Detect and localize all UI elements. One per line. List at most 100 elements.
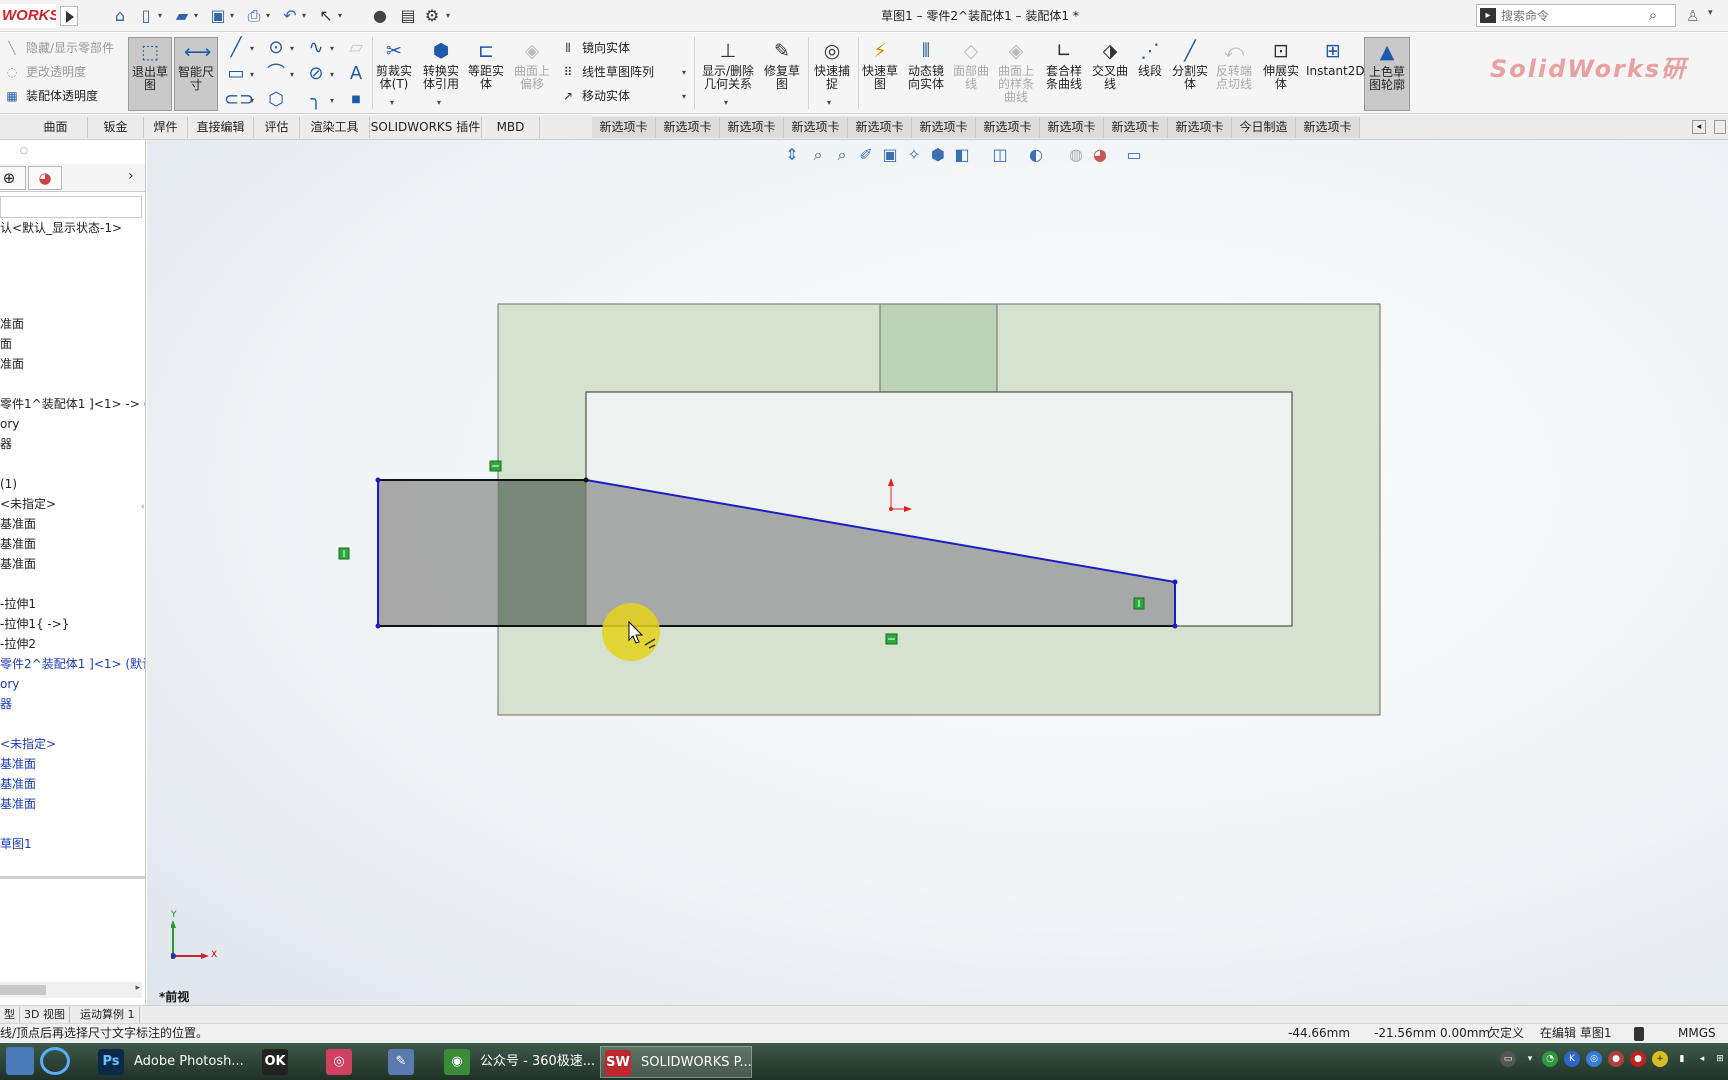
tree-tabs-expand-icon[interactable]: › bbox=[128, 168, 134, 184]
tray-app-k-icon[interactable]: K bbox=[1564, 1051, 1580, 1067]
unit-system-selector[interactable]: MMGS bbox=[1678, 1024, 1716, 1043]
tray-expand-icon[interactable]: ▾ bbox=[1522, 1051, 1538, 1067]
tree-item-history[interactable]: ory bbox=[0, 414, 19, 434]
mirror-entities-button[interactable]: ⫴ 镜向实体 bbox=[556, 37, 630, 59]
face-curves-button[interactable]: ◇ 面部曲 线 bbox=[950, 37, 992, 111]
fillet-tool-icon[interactable]: ╮ bbox=[304, 89, 328, 111]
plane-tool-icon[interactable]: ▱ bbox=[344, 37, 368, 59]
tab-new-11[interactable]: 新选项卡 bbox=[1296, 117, 1360, 138]
horizontal-relation-icon[interactable] bbox=[489, 460, 502, 472]
wechat-icon[interactable]: ◔ bbox=[1542, 1051, 1558, 1067]
tree-item-part2-plane-2[interactable]: 基准面 bbox=[0, 774, 36, 794]
sketch-point[interactable] bbox=[375, 623, 381, 629]
select-dropdown-icon[interactable]: ▾ bbox=[338, 8, 346, 24]
ime-icon[interactable]: ⊞ bbox=[1712, 1051, 1728, 1067]
smart-dimension-button[interactable]: ⟷ 智能尺 寸 bbox=[174, 37, 218, 111]
property-manager-tab-icon[interactable]: ⊕ bbox=[0, 166, 26, 190]
tree-item-part1[interactable]: 零件1^装配体1 ]<1> -> (默 bbox=[0, 394, 145, 414]
intersection-curve-button[interactable]: ⬗ 交叉曲 线 bbox=[1090, 37, 1130, 111]
dynamic-mirror-button[interactable]: ⫴ 动态镜 向实体 bbox=[904, 37, 948, 111]
taskbar-solidworks[interactable]: SW SOLIDWORKS P... bbox=[600, 1046, 752, 1078]
search-input[interactable] bbox=[1501, 7, 1631, 24]
open-dropdown-icon[interactable]: ▾ bbox=[194, 8, 202, 24]
tab-new-4[interactable]: 新选项卡 bbox=[784, 117, 848, 138]
collapse-panel-icon[interactable]: ◂ bbox=[1692, 120, 1706, 134]
rebuild-traffic-light-icon[interactable]: ● bbox=[370, 6, 390, 26]
sketch-point[interactable] bbox=[375, 477, 381, 483]
graphics-area[interactable]: ⇕ ⌕ ⌕ ✐ ▣ ✧ ⬢ ◧ ◫ ◐ ◍ ◕ ▭ Y X *前视 bbox=[147, 140, 1728, 1005]
vertical-relation-icon[interactable] bbox=[1133, 597, 1145, 610]
split-entities-button[interactable]: ╱ 分割实 体 bbox=[1170, 37, 1210, 111]
linear-sketch-pattern-button[interactable]: ⠿ 线性草图阵列 bbox=[556, 61, 654, 83]
ellipse-dropdown-icon[interactable]: ▾ bbox=[330, 69, 340, 81]
tree-item-part2-plane-3[interactable]: 基准面 bbox=[0, 794, 36, 814]
pattern-dropdown-icon[interactable]: ▾ bbox=[682, 67, 692, 79]
ellipse-tool-icon[interactable]: ⊘ bbox=[304, 63, 328, 85]
line-dropdown-icon[interactable]: ▾ bbox=[250, 43, 260, 55]
taskbar-app-3[interactable]: ✎ bbox=[384, 1046, 420, 1078]
undo-icon[interactable]: ↶ bbox=[280, 6, 300, 26]
tree-item-front-plane[interactable]: 准面 bbox=[0, 314, 24, 334]
volume-icon[interactable]: ◂ bbox=[1694, 1051, 1710, 1067]
tree-item-part2-plane-1[interactable]: 基准面 bbox=[0, 754, 36, 774]
tree-item-extrude2[interactable]: -拉伸2 bbox=[0, 634, 36, 654]
relations-dropdown-icon[interactable]: ▾ bbox=[724, 97, 734, 109]
tab-new-3[interactable]: 新选项卡 bbox=[720, 117, 784, 138]
assembly-transparency-button[interactable]: ▦ 装配体透明度 bbox=[0, 85, 98, 107]
save-dropdown-icon[interactable]: ▾ bbox=[230, 8, 238, 24]
trim-dropdown-icon[interactable]: ▾ bbox=[390, 97, 400, 109]
scrollbar-thumb[interactable] bbox=[0, 985, 46, 995]
vertical-relation-icon[interactable] bbox=[338, 547, 350, 560]
appearance-manager-tab-icon[interactable]: ◕ bbox=[28, 166, 62, 190]
rapid-sketch-button[interactable]: ⚡ 快速草 图 bbox=[860, 37, 900, 111]
tree-item-right-plane[interactable]: 准面 bbox=[0, 354, 24, 374]
offset-on-surface-button[interactable]: ◈ 曲面上 偏移 bbox=[512, 37, 552, 111]
tab-new-1[interactable]: 新选项卡 bbox=[592, 117, 656, 138]
tray-user-icon[interactable]: ● bbox=[1608, 1051, 1624, 1067]
tree-item-part2[interactable]: 零件2^装配体1 ]<1> (默认 bbox=[0, 654, 145, 674]
record-icon[interactable]: ● bbox=[1630, 1051, 1646, 1067]
tree-item-part2-sensors[interactable]: 器 bbox=[0, 694, 12, 714]
sketch-canvas[interactable] bbox=[147, 140, 1728, 1005]
move-dropdown-icon[interactable]: ▾ bbox=[682, 91, 692, 103]
file-properties-icon[interactable]: ▤ bbox=[398, 6, 418, 26]
sketch-point[interactable] bbox=[1172, 579, 1178, 585]
tree-item-extrude1[interactable]: -拉伸1 bbox=[0, 594, 36, 614]
rectangle-dropdown-icon[interactable]: ▾ bbox=[250, 69, 260, 81]
tab-surfaces[interactable]: 曲面 bbox=[24, 117, 88, 138]
change-transparency-button[interactable]: ◌ 更改透明度 bbox=[0, 61, 86, 83]
convert-dropdown-icon[interactable]: ▾ bbox=[437, 97, 447, 109]
tree-item-extrude1-ref[interactable]: -拉伸1{ ->} bbox=[0, 614, 69, 634]
tree-item-solid-bodies[interactable]: (1) bbox=[0, 474, 17, 494]
print-dropdown-icon[interactable]: ▾ bbox=[266, 8, 274, 24]
tab-sheet-metal[interactable]: 钣金 bbox=[88, 117, 144, 138]
sketch-point[interactable] bbox=[583, 477, 589, 483]
exit-sketch-button[interactable]: ⬚ 退出草 图 bbox=[128, 37, 172, 111]
instant2d-button[interactable]: ⊞ Instant2D bbox=[1306, 37, 1365, 111]
hide-show-components-button[interactable]: ╲ 隐藏/显示零部件 bbox=[0, 37, 114, 59]
repair-sketch-button[interactable]: ✎ 修复草 图 bbox=[760, 37, 804, 111]
tree-item-top-plane[interactable]: 面 bbox=[0, 334, 12, 354]
tab-manufacture-today[interactable]: 今日制造 bbox=[1232, 117, 1296, 138]
help-dropdown-icon[interactable]: ▾ bbox=[1708, 8, 1713, 18]
tree-item-part2-history[interactable]: ory bbox=[0, 674, 19, 694]
tree-handle-icon[interactable]: ○ bbox=[20, 146, 28, 156]
spline-on-surface-button[interactable]: ◈ 曲面上 的样条 曲线 bbox=[994, 37, 1038, 111]
print-icon[interactable]: ⎙ bbox=[244, 6, 264, 26]
tree-horizontal-scrollbar[interactable]: ▸ bbox=[0, 982, 142, 998]
move-entities-button[interactable]: ↗ 移动实体 bbox=[556, 85, 630, 107]
tab-new-8[interactable]: 新选项卡 bbox=[1040, 117, 1104, 138]
snaps-dropdown-icon[interactable]: ▾ bbox=[827, 97, 837, 109]
sketch-point[interactable] bbox=[1172, 623, 1178, 629]
tree-item-sketch1[interactable]: 草图1 bbox=[0, 834, 32, 854]
tab-solidworks-addins[interactable]: SOLIDWORKS 插件 bbox=[370, 117, 482, 138]
user-account-icon[interactable]: ♙ bbox=[1686, 6, 1704, 26]
search-command-box[interactable]: ▸ ⌕ bbox=[1476, 4, 1676, 27]
circle-tool-icon[interactable]: ⊙ bbox=[264, 37, 288, 59]
tab-new-10[interactable]: 新选项卡 bbox=[1168, 117, 1232, 138]
shaded-sketch-contours-button[interactable]: ▲ 上色草 图轮廓 bbox=[1364, 37, 1410, 111]
point-tool-icon[interactable]: ■ bbox=[344, 89, 368, 111]
search-icon[interactable]: ⌕ bbox=[1644, 6, 1662, 25]
rectangle-tool-icon[interactable]: ▭ bbox=[224, 63, 248, 85]
menu-expand-arrow-icon[interactable] bbox=[60, 6, 78, 26]
